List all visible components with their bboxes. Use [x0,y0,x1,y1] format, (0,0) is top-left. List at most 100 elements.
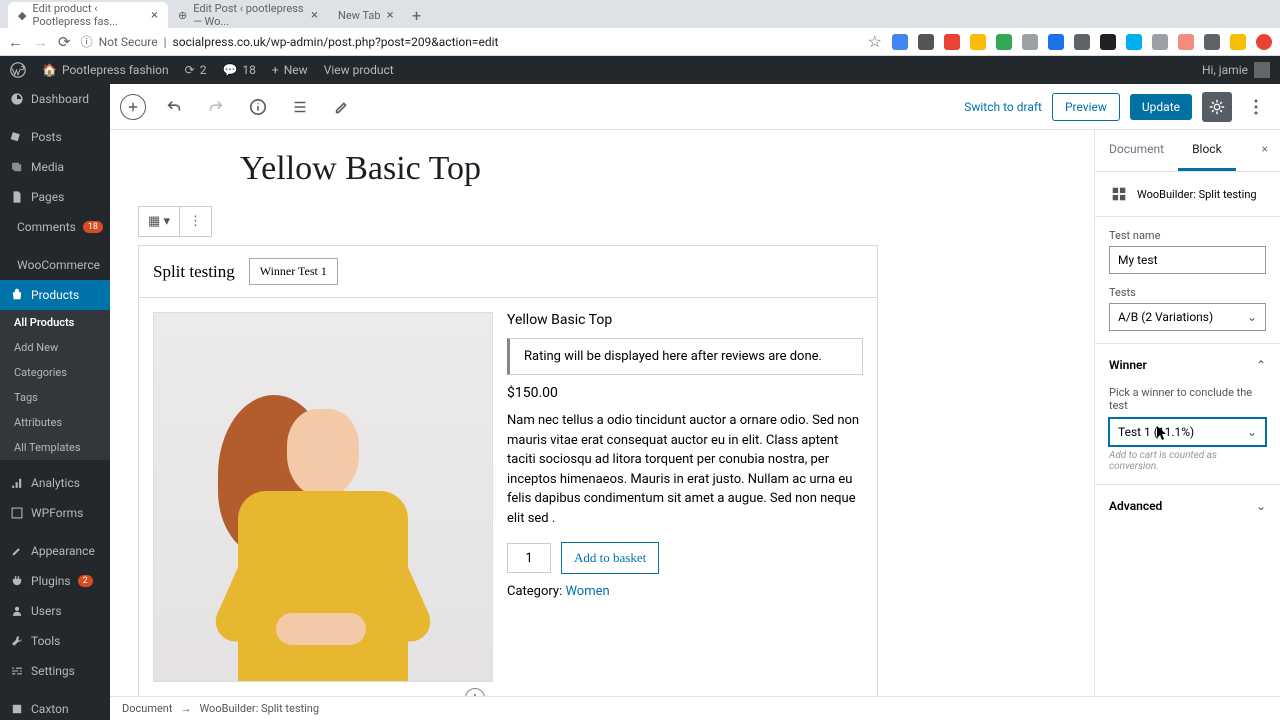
sidebar-item-settings[interactable]: Settings [0,656,110,686]
preview-button[interactable]: Preview [1052,93,1120,121]
menu-label: Analytics [31,476,80,490]
testname-input[interactable] [1109,246,1266,274]
close-icon[interactable]: × [387,8,394,23]
block-type-button[interactable]: ▦ ▾ [139,207,180,236]
sidebar-item-dashboard[interactable]: Dashboard [0,84,110,114]
tests-select[interactable]: A/B (2 Variations) ⌄ [1109,303,1266,331]
submenu-add-new[interactable]: Add New [0,335,110,360]
update-button[interactable]: Update [1130,94,1192,120]
user-menu[interactable]: Hi, jamie [1202,62,1270,78]
extension-icon[interactable] [1204,34,1220,50]
sidebar-item-users[interactable]: Users [0,596,110,626]
reload-button[interactable]: ⟳ [58,33,71,51]
settings-button[interactable] [1202,92,1232,122]
extension-icon[interactable] [1230,34,1246,50]
info-button[interactable] [244,93,272,121]
more-button[interactable] [1242,93,1270,121]
sidebar-item-plugins[interactable]: Plugins 2 [0,566,110,596]
crumb-document[interactable]: Document [122,702,172,715]
quantity-input[interactable] [507,543,551,573]
extension-icon[interactable] [1152,34,1168,50]
sidebar-item-woocommerce[interactable]: WooCommerce [0,250,110,280]
sidebar-item-caxton[interactable]: Caxton [0,694,110,720]
new-tab-button[interactable]: + [404,2,430,28]
submenu-all-templates[interactable]: All Templates [0,435,110,460]
back-button[interactable]: ← [8,33,23,51]
redo-button[interactable] [202,93,230,121]
post-title[interactable]: Yellow Basic Top [240,150,1054,188]
sidebar-item-appearance[interactable]: Appearance [0,536,110,566]
extension-icon[interactable] [1048,34,1064,50]
product-description[interactable]: Nam nec tellus a odio tincidunt auctor a… [507,411,863,528]
extension-icon[interactable] [944,34,960,50]
site-link[interactable]: 🏠 Pootlepress fashion [42,63,169,77]
winner-select[interactable]: Test 1 (11.1%) ⌄ [1109,418,1266,446]
star-icon[interactable]: ☆ [868,32,882,51]
sidebar-item-tools[interactable]: Tools [0,626,110,656]
testname-panel: Test name [1095,217,1280,286]
tab-document[interactable]: Document [1095,130,1178,171]
block-toolbar: ▦ ▾ ⋮ [138,206,212,237]
extension-icon[interactable] [1178,34,1194,50]
category-link[interactable]: Women [565,584,609,599]
product-price: $150.00 [507,385,863,401]
browser-tab[interactable]: ⊕ Edit Post ‹ pootlepress — Wo... × [168,2,328,28]
close-icon[interactable]: × [151,8,158,23]
product-image[interactable] [153,312,493,682]
tests-panel: Tests A/B (2 Variations) ⌄ [1095,286,1280,343]
sidebar-item-wpforms[interactable]: WPForms [0,498,110,528]
close-icon[interactable]: × [311,8,318,23]
switch-to-draft-button[interactable]: Switch to draft [964,100,1042,114]
edit-button[interactable] [328,93,356,121]
extension-icon[interactable] [1100,34,1116,50]
editor-canvas[interactable]: Yellow Basic Top ▦ ▾ ⋮ Split testing Win… [110,130,1094,720]
tab-block[interactable]: Block [1178,130,1236,171]
sidebar-item-analytics[interactable]: Analytics [0,468,110,498]
wp-logo-icon[interactable] [10,62,26,78]
sidebar-item-products[interactable]: Products [0,280,110,310]
extension-icon[interactable] [892,34,908,50]
split-testing-block[interactable]: Split testing Winner Test 1 [138,245,878,697]
extension-icon[interactable] [996,34,1012,50]
extension-icon[interactable] [1074,34,1090,50]
advanced-title: Advanced [1109,499,1162,513]
menu-label: Appearance [31,544,95,558]
browser-tab-active[interactable]: ◆ Edit product ‹ Pootlepress fas... × [8,2,168,28]
extension-icon[interactable] [1126,34,1142,50]
add-to-basket-button[interactable]: Add to basket [561,542,659,574]
menu-label: WooCommerce [17,258,100,272]
submenu-categories[interactable]: Categories [0,360,110,385]
new-link[interactable]: + New [272,63,308,77]
winner-panel-body: Pick a winner to conclude the test Test … [1095,386,1280,484]
tab-title: Edit product ‹ Pootlepress fas... [32,2,145,28]
sidebar-item-comments[interactable]: Comments 18 [0,212,110,242]
menu-label: Tools [31,634,60,648]
winner-desc: Pick a winner to conclude the test [1109,386,1266,412]
updates-link[interactable]: ⟳ 2 [185,63,207,77]
address-bar[interactable]: ⓘ Not Secure | socialpress.co.uk/wp-admi… [81,33,858,50]
advanced-panel-header[interactable]: Advanced ⌄ [1095,484,1280,527]
sidebar-item-media[interactable]: Media [0,152,110,182]
extension-icon[interactable] [1256,34,1272,50]
menu-label: Caxton [31,702,69,716]
view-product-link[interactable]: View product [324,63,394,77]
sidebar-item-pages[interactable]: Pages [0,182,110,212]
submenu-all-products[interactable]: All Products [0,310,110,335]
close-inspector-button[interactable]: × [1250,130,1280,171]
winner-help-text: Add to cart is counted as conversion. [1109,450,1266,472]
winner-panel-header[interactable]: Winner ⌃ [1095,343,1280,386]
add-block-button[interactable] [120,94,146,120]
extension-icon[interactable] [970,34,986,50]
comments-link[interactable]: 💬 18 [222,63,255,77]
sidebar-item-posts[interactable]: Posts [0,122,110,152]
block-more-button[interactable]: ⋮ [180,207,211,236]
split-block-header: Split testing Winner Test 1 [139,246,877,298]
submenu-tags[interactable]: Tags [0,385,110,410]
undo-button[interactable] [160,93,188,121]
submenu-attributes[interactable]: Attributes [0,410,110,435]
outline-button[interactable] [286,93,314,121]
extension-icon[interactable] [1022,34,1038,50]
browser-tab[interactable]: New Tab × [328,2,404,28]
crumb-block[interactable]: WooBuilder: Split testing [199,702,319,715]
extension-icon[interactable] [918,34,934,50]
